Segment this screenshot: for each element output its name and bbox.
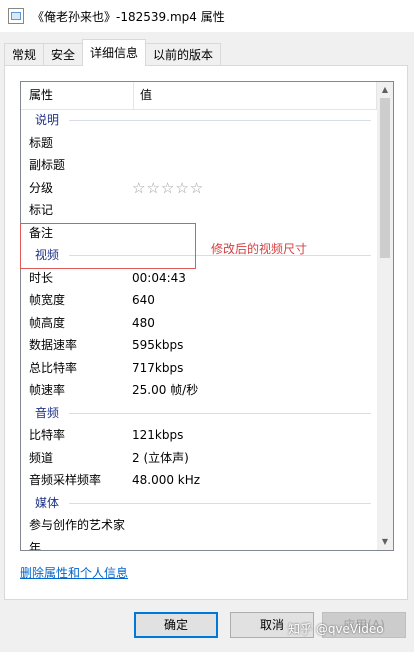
title-bar: 《俺老孙来也》-182539.mp4 属性: [0, 0, 414, 32]
list-item[interactable]: 标题: [21, 132, 377, 155]
property-value: 595kbps: [132, 338, 184, 352]
property-name: 数据速率: [29, 338, 78, 352]
section-audio: 音频: [21, 402, 377, 425]
column-header-property[interactable]: 属性: [21, 82, 134, 109]
file-icon: [8, 8, 24, 24]
section-label: 视频: [35, 248, 60, 262]
list-item[interactable]: 帧宽度 640: [21, 289, 377, 312]
property-name: 副标题: [29, 158, 66, 172]
tab-security[interactable]: 安全: [43, 43, 84, 66]
list-item[interactable]: 时长 00:04:43: [21, 267, 377, 290]
property-name: 音频采样频率: [29, 473, 102, 487]
rating-stars-icon[interactable]: ☆☆☆☆☆: [132, 177, 204, 200]
section-label: 说明: [35, 113, 60, 127]
property-name: 标题: [29, 135, 54, 150]
list-item[interactable]: 数据速率 595kbps: [21, 334, 377, 357]
property-name: 分级: [29, 180, 54, 195]
property-value: 121kbps: [132, 428, 184, 442]
list-item[interactable]: 总比特率 717kbps: [21, 357, 377, 380]
list-item[interactable]: 副标题: [21, 154, 377, 177]
properties-list[interactable]: 属性 值 说明 标题 副标题 分级 ☆☆☆☆☆ 标记 备注 视频 时长 00:04…: [20, 81, 394, 551]
scroll-up-arrow-icon[interactable]: ▲: [377, 82, 393, 98]
section-video: 视频: [21, 244, 377, 267]
vertical-scrollbar[interactable]: ▲ ▼: [377, 82, 393, 550]
list-item[interactable]: 音频采样频率 48.000 kHz: [21, 469, 377, 492]
property-name: 标记: [29, 203, 54, 217]
section-description: 说明: [21, 109, 377, 132]
list-item[interactable]: 备注: [21, 222, 377, 245]
list-item[interactable]: 参与创作的艺术家: [21, 514, 377, 537]
property-name: 帧速率: [29, 383, 66, 397]
property-name: 总比特率: [29, 360, 78, 375]
list-item[interactable]: 标记: [21, 199, 377, 222]
list-item[interactable]: 年: [21, 537, 377, 551]
property-name: 备注: [29, 225, 54, 240]
property-name: 年: [29, 540, 42, 551]
section-label: 音频: [35, 405, 60, 420]
section-media: 媒体: [21, 492, 377, 515]
ok-button[interactable]: 确定: [134, 612, 218, 638]
property-name: 帧宽度: [29, 293, 66, 307]
scroll-thumb[interactable]: [380, 98, 390, 258]
list-header: 属性 值: [21, 82, 377, 110]
property-name: 比特率: [29, 428, 66, 442]
section-divider: [69, 120, 371, 121]
section-divider: [69, 502, 371, 504]
property-name: 帧高度: [29, 315, 66, 330]
list-rows: 说明 标题 副标题 分级 ☆☆☆☆☆ 标记 备注 视频 时长 00:04:43 帧…: [21, 109, 377, 550]
property-name: 参与创作的艺术家: [29, 518, 126, 532]
tab-bar: 常规 安全 详细信息 以前的版本: [4, 39, 222, 66]
property-name: 时长: [29, 270, 54, 285]
section-divider: [69, 412, 371, 414]
property-value: 48.000 kHz: [132, 473, 201, 487]
details-panel: 属性 值 说明 标题 副标题 分级 ☆☆☆☆☆ 标记 备注 视频 时长 00:04…: [4, 65, 408, 600]
list-item[interactable]: 帧高度 480: [21, 312, 377, 335]
column-header-value[interactable]: 值: [134, 82, 377, 109]
annotation-text: 修改后的视频尺寸: [211, 242, 308, 256]
property-value: 717kbps: [132, 360, 184, 375]
list-item[interactable]: 比特率 121kbps: [21, 424, 377, 447]
property-name: 频道: [29, 450, 54, 465]
property-value: 00:04:43: [132, 270, 186, 285]
window-title: 《俺老孙来也》-182539.mp4 属性: [32, 9, 225, 24]
property-value: 640: [132, 293, 155, 307]
section-label: 媒体: [35, 495, 60, 510]
property-value: 25.00 帧/秒: [132, 383, 199, 397]
watermark: 知乎 @qveVideo: [288, 622, 384, 636]
list-item[interactable]: 频道 2 (立体声): [21, 447, 377, 470]
list-item[interactable]: 分级 ☆☆☆☆☆: [21, 177, 377, 200]
tab-general[interactable]: 常规: [4, 43, 45, 66]
property-value: 480: [132, 315, 155, 330]
property-value: 2 (立体声): [132, 450, 189, 465]
tab-details[interactable]: 详细信息: [82, 39, 147, 66]
remove-properties-link[interactable]: 删除属性和个人信息: [20, 564, 128, 581]
list-item[interactable]: 帧速率 25.00 帧/秒: [21, 379, 377, 402]
scroll-down-arrow-icon[interactable]: ▼: [377, 534, 393, 550]
tab-previous-versions[interactable]: 以前的版本: [145, 43, 222, 66]
